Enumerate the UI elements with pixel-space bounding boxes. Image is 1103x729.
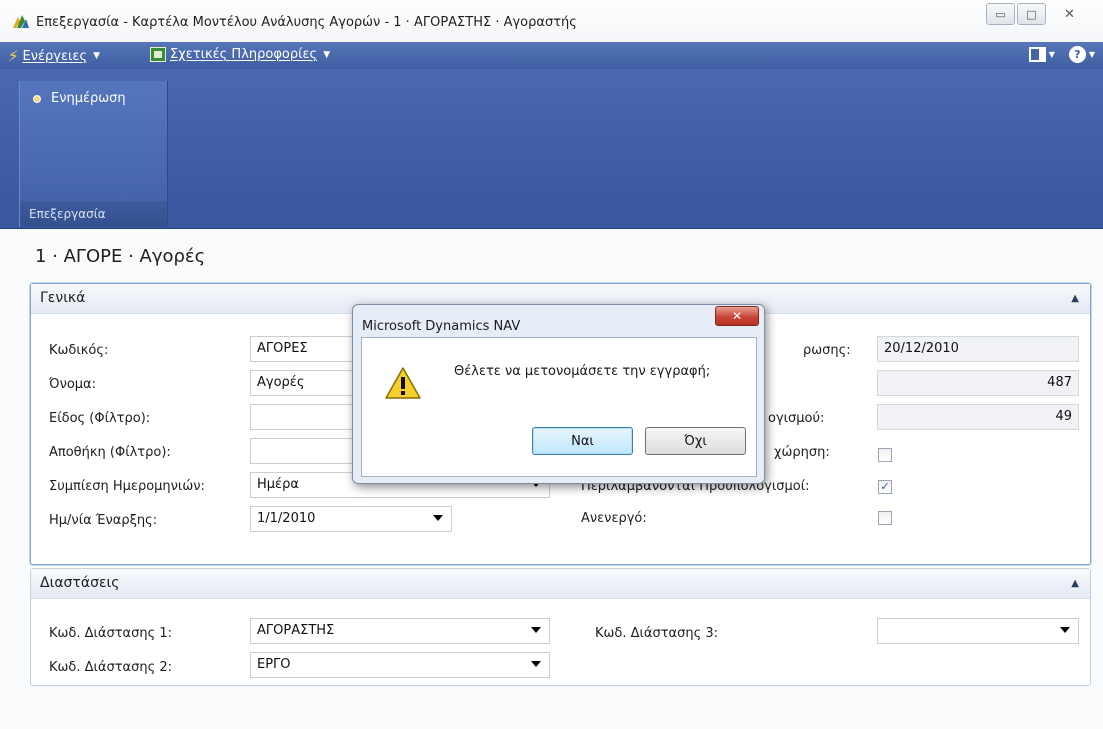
fasttab-general-title: Γενικά	[40, 290, 86, 306]
layout-icon[interactable]	[1028, 47, 1046, 62]
actions-menu-label: Ενέργειες	[22, 48, 88, 64]
blocked-checkbox[interactable]	[878, 511, 892, 525]
location-filter-label: Αποθήκη (Φίλτρο):	[49, 445, 171, 460]
title-bar: Επεξεργασία - Καρτέλα Μοντέλου Ανάλυσης …	[0, 0, 1103, 42]
entry-label: χώρηση:	[774, 445, 830, 460]
chevron-down-icon: ▼	[93, 51, 100, 61]
yes-button[interactable]: Ναι	[532, 427, 633, 455]
dropdown-arrow-icon[interactable]	[1060, 627, 1070, 633]
chevron-up-icon[interactable]: ▲	[1071, 578, 1079, 589]
dimension-1-label: Κωδ. Διάστασης 1:	[49, 626, 173, 641]
dimension-2-dropdown[interactable]: ΕΡΓΟ	[250, 652, 550, 678]
action-menu-bar: ⚡ Ενέργειες ▼ Σχετικές Πληροφορίες ▼ ▼ ?…	[0, 42, 1103, 69]
rename-confirm-dialog: Microsoft Dynamics NAV ✕ Θέλετε να μετον…	[352, 304, 765, 484]
dropdown-arrow-icon[interactable]	[433, 515, 443, 521]
dialog-body: Θέλετε να μετονομάσετε την εγγραφή; Ναι …	[361, 337, 757, 477]
code-label: Κωδικός:	[49, 343, 109, 358]
readonly-number-field-2: 49	[877, 404, 1079, 430]
dropdown-arrow-icon[interactable]	[531, 661, 541, 667]
update-button-label: Ενημέρωση	[51, 91, 126, 106]
related-info-icon	[150, 47, 166, 62]
page-title: 1 · ΑΓΟΡΕ · Αγορές	[35, 246, 206, 267]
dialog-close-button[interactable]: ✕	[715, 306, 759, 326]
dialog-message: Θέλετε να μετονομάσετε την εγγραφή;	[454, 364, 711, 379]
chevron-down-icon[interactable]: ▼	[1049, 50, 1055, 59]
ribbon-group-label: Επεξεργασία	[20, 201, 167, 227]
dimension-3-dropdown[interactable]	[877, 618, 1079, 644]
no-button[interactable]: Όχι	[645, 427, 746, 455]
dropdown-arrow-icon[interactable]	[531, 627, 541, 633]
related-info-menu[interactable]: Σχετικές Πληροφορίες ▼	[150, 47, 330, 62]
dialog-title: Microsoft Dynamics NAV	[362, 319, 521, 334]
warning-icon	[385, 367, 421, 399]
fasttab-dimensions-title: Διαστάσεις	[40, 575, 120, 591]
dimension-2-label: Κωδ. Διάστασης 2:	[49, 660, 173, 675]
related-info-menu-label: Σχετικές Πληροφορίες	[170, 47, 318, 62]
blocked-label: Ανενεργό:	[581, 511, 647, 526]
chevron-down-icon: ▼	[323, 49, 331, 60]
actions-menu[interactable]: ⚡ Ενέργειες ▼	[8, 47, 100, 65]
date-compression-label: Συμπίεση Ημερομηνιών:	[49, 479, 205, 494]
ribbon: Ενημέρωση Επεξεργασία	[0, 69, 1103, 229]
close-button[interactable]: ✕	[1048, 3, 1091, 25]
bullet-icon	[33, 94, 41, 103]
name-label: Όνομα:	[49, 377, 96, 392]
chevron-up-icon[interactable]: ▲	[1071, 293, 1079, 304]
update-button[interactable]: Ενημέρωση	[33, 91, 126, 106]
minimize-button[interactable]: ▭	[986, 3, 1015, 25]
include-budgets-checkbox[interactable]: ✓	[878, 480, 892, 494]
ribbon-group-edit: Ενημέρωση Επεξεργασία	[19, 81, 168, 227]
dimension-1-dropdown[interactable]: ΑΓΟΡΑΣΤΗΣ	[250, 618, 550, 644]
dynamics-logo-icon	[13, 15, 29, 28]
lightning-icon: ⚡	[8, 47, 19, 65]
date-compression-value: Ημέρα	[257, 477, 299, 492]
chevron-down-icon[interactable]: ▼	[1089, 50, 1095, 59]
maximize-button[interactable]: □	[1017, 3, 1046, 25]
last-updated-field: 20/12/2010	[877, 336, 1079, 362]
item-filter-label: Είδος (Φίλτρο):	[49, 411, 151, 426]
window-controls: ▭ □ ✕	[984, 3, 1091, 25]
start-date-label: Ημ/νία Έναρξης:	[49, 513, 158, 528]
dimension-2-value: ΕΡΓΟ	[257, 657, 291, 672]
budget-label: ογισμού:	[768, 411, 825, 426]
dimension-1-value: ΑΓΟΡΑΣΤΗΣ	[257, 623, 335, 638]
last-updated-label: ρωσης:	[803, 343, 851, 358]
start-date-dropdown[interactable]: 1/1/2010	[250, 506, 452, 532]
menubar-right-tools: ▼ ? ▼	[1028, 46, 1095, 63]
window-title: Επεξεργασία - Καρτέλα Μοντέλου Ανάλυσης …	[36, 15, 577, 30]
dimension-3-label: Κωδ. Διάστασης 3:	[595, 626, 719, 641]
entry-checkbox[interactable]	[878, 448, 892, 462]
start-date-value: 1/1/2010	[257, 511, 316, 526]
fasttab-dimensions-header[interactable]: Διαστάσεις ▲	[31, 569, 1090, 599]
readonly-number-field-1: 487	[877, 370, 1079, 396]
fasttab-dimensions: Διαστάσεις ▲ Κωδ. Διάστασης 1: ΑΓΟΡΑΣΤΗΣ…	[30, 568, 1091, 686]
help-icon[interactable]: ?	[1068, 46, 1086, 63]
